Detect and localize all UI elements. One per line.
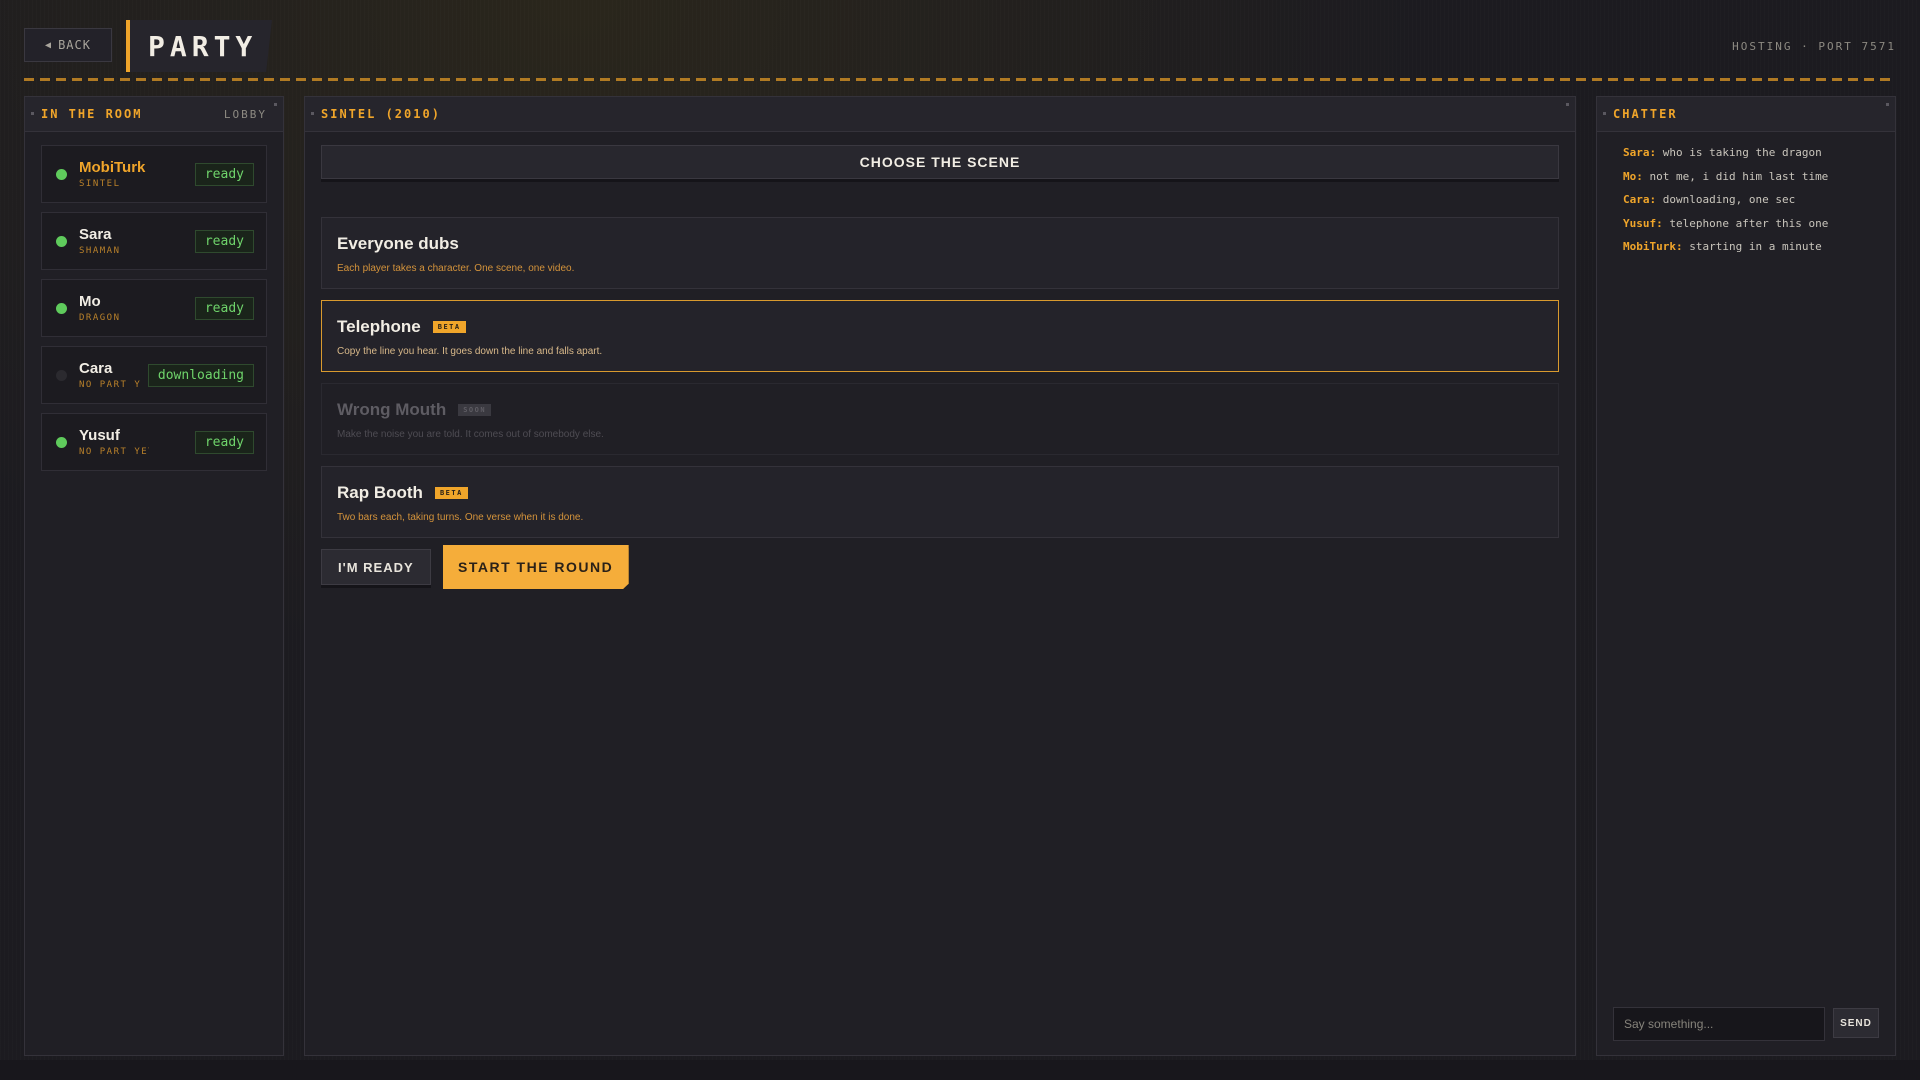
player-status-badge: ready <box>194 230 254 253</box>
chat-author: Sara: <box>1623 146 1657 159</box>
player-role: DRAGON <box>79 313 121 323</box>
chat-text: starting in a minute <box>1689 240 1822 253</box>
player-card[interactable]: Sara SHAMAN ready <box>41 212 267 270</box>
online-status-dot <box>56 302 67 314</box>
room-panel-title: IN THE ROOM <box>41 107 143 121</box>
mode-option-disabled: Wrong Mouth SOON Make the noise you are … <box>321 383 1559 455</box>
chat-log: Sara: who is taking the dragon Mo: not m… <box>1623 145 1879 263</box>
player-name: MobiTurk <box>79 159 146 176</box>
mode-list: Everyone dubs Each player takes a charac… <box>321 217 1559 549</box>
mode-option-selected[interactable]: Telephone BETA Copy the line you hear. I… <box>321 300 1559 372</box>
player-name: Cara <box>79 360 113 377</box>
movie-title: SINTEL (2010) <box>321 107 441 121</box>
mode-option[interactable]: Everyone dubs Each player takes a charac… <box>321 217 1559 289</box>
chat-message: Cara: downloading, one sec <box>1623 192 1879 207</box>
corner-rivet <box>1603 112 1606 115</box>
choose-scene-bar[interactable]: CHOOSE THE SCENE <box>321 145 1559 179</box>
send-button[interactable]: SEND <box>1833 1008 1879 1038</box>
back-arrow-icon: ◀ <box>45 39 53 51</box>
chat-panel: CHATTER Sara: who is taking the dragon M… <box>1596 96 1896 1056</box>
corner-rivet <box>311 112 314 115</box>
player-card[interactable]: Yusuf NO PART YET ready <box>41 413 267 471</box>
beta-badge: BETA <box>434 487 468 499</box>
bottom-strip <box>0 1060 1920 1080</box>
corner-rivet <box>274 103 277 106</box>
chat-message: Mo: not me, i did him last time <box>1623 169 1879 184</box>
mode-description: Make the noise you are told. It comes ou… <box>337 429 604 440</box>
player-role: SHAMAN <box>79 246 121 256</box>
room-panel-subtitle: LOBBY <box>223 107 267 121</box>
back-label: BACK <box>58 38 91 52</box>
scene-panel: SINTEL (2010) CHOOSE THE SCENE Everyone … <box>304 96 1576 1056</box>
player-name: Yusuf <box>79 427 120 444</box>
online-status-dot <box>56 168 67 180</box>
player-status-badge: ready <box>194 297 254 320</box>
page-title: PARTY <box>148 29 258 63</box>
mode-option[interactable]: Rap Booth BETA Two bars each, taking tur… <box>321 466 1559 538</box>
mode-name: Everyone dubs <box>337 234 459 253</box>
chat-author: Cara: <box>1623 193 1657 206</box>
chat-message: Sara: who is taking the dragon <box>1623 145 1879 160</box>
corner-rivet <box>1886 103 1889 106</box>
room-panel-header: IN THE ROOM LOBBY <box>41 97 267 131</box>
offline-status-dot <box>56 369 67 381</box>
mode-name: Telephone <box>337 317 421 336</box>
player-card[interactable]: MobiTurk SINTEL ready <box>41 145 267 203</box>
hosting-info: HOSTING · PORT 7571 <box>1732 40 1896 53</box>
chat-author: MobiTurk: <box>1623 240 1683 253</box>
mode-description: Two bars each, taking turns. One verse w… <box>337 512 584 523</box>
chat-message: MobiTurk: starting in a minute <box>1623 239 1879 254</box>
soon-badge: SOON <box>458 404 492 416</box>
mode-description: Each player takes a character. One scene… <box>337 263 575 274</box>
mode-name: Wrong Mouth <box>337 400 447 419</box>
player-role: NO PART YET <box>79 380 141 390</box>
player-card[interactable]: Mo DRAGON ready <box>41 279 267 337</box>
player-role: SINTEL <box>79 179 121 189</box>
chat-message: Yusuf: telephone after this one <box>1623 216 1879 231</box>
player-name: Mo <box>79 293 101 310</box>
back-button[interactable]: ◀ BACK <box>24 28 112 62</box>
action-buttons: I'M READY START THE ROUND <box>321 545 629 589</box>
room-panel: IN THE ROOM LOBBY MobiTurk SINTEL ready … <box>24 96 284 1056</box>
ready-button[interactable]: I'M READY <box>321 549 431 585</box>
online-status-dot <box>56 436 67 448</box>
chat-text: who is taking the dragon <box>1662 146 1822 159</box>
player-list: MobiTurk SINTEL ready Sara SHAMAN ready … <box>41 145 267 480</box>
scene-panel-header: SINTEL (2010) <box>321 97 1559 131</box>
page-title-box: PARTY <box>126 20 272 72</box>
chat-author: Yusuf: <box>1623 216 1663 230</box>
online-status-dot <box>56 235 67 247</box>
player-name: Sara <box>79 226 112 243</box>
chat-text: telephone after this one <box>1669 216 1829 230</box>
mode-description: Copy the line you hear. It goes down the… <box>337 346 603 357</box>
player-status-badge: downloading <box>147 364 254 387</box>
player-status-badge: ready <box>194 163 254 186</box>
chat-text: not me, i did him last time <box>1649 169 1829 183</box>
beta-badge: BETA <box>432 321 466 333</box>
chat-author: Mo: <box>1623 169 1643 183</box>
player-status-badge: ready <box>194 431 254 454</box>
start-round-button[interactable]: START THE ROUND <box>442 545 629 589</box>
player-card[interactable]: Cara NO PART YET downloading <box>41 346 267 404</box>
chat-panel-title: CHATTER <box>1613 107 1678 121</box>
player-role: NO PART YET <box>79 447 149 457</box>
corner-rivet <box>1566 103 1569 106</box>
mode-name: Rap Booth <box>337 483 423 502</box>
chat-text: downloading, one sec <box>1662 193 1796 206</box>
chat-panel-header: CHATTER <box>1613 97 1879 131</box>
hazard-divider <box>24 78 1896 81</box>
chat-input[interactable] <box>1613 1007 1825 1041</box>
corner-rivet <box>31 112 34 115</box>
